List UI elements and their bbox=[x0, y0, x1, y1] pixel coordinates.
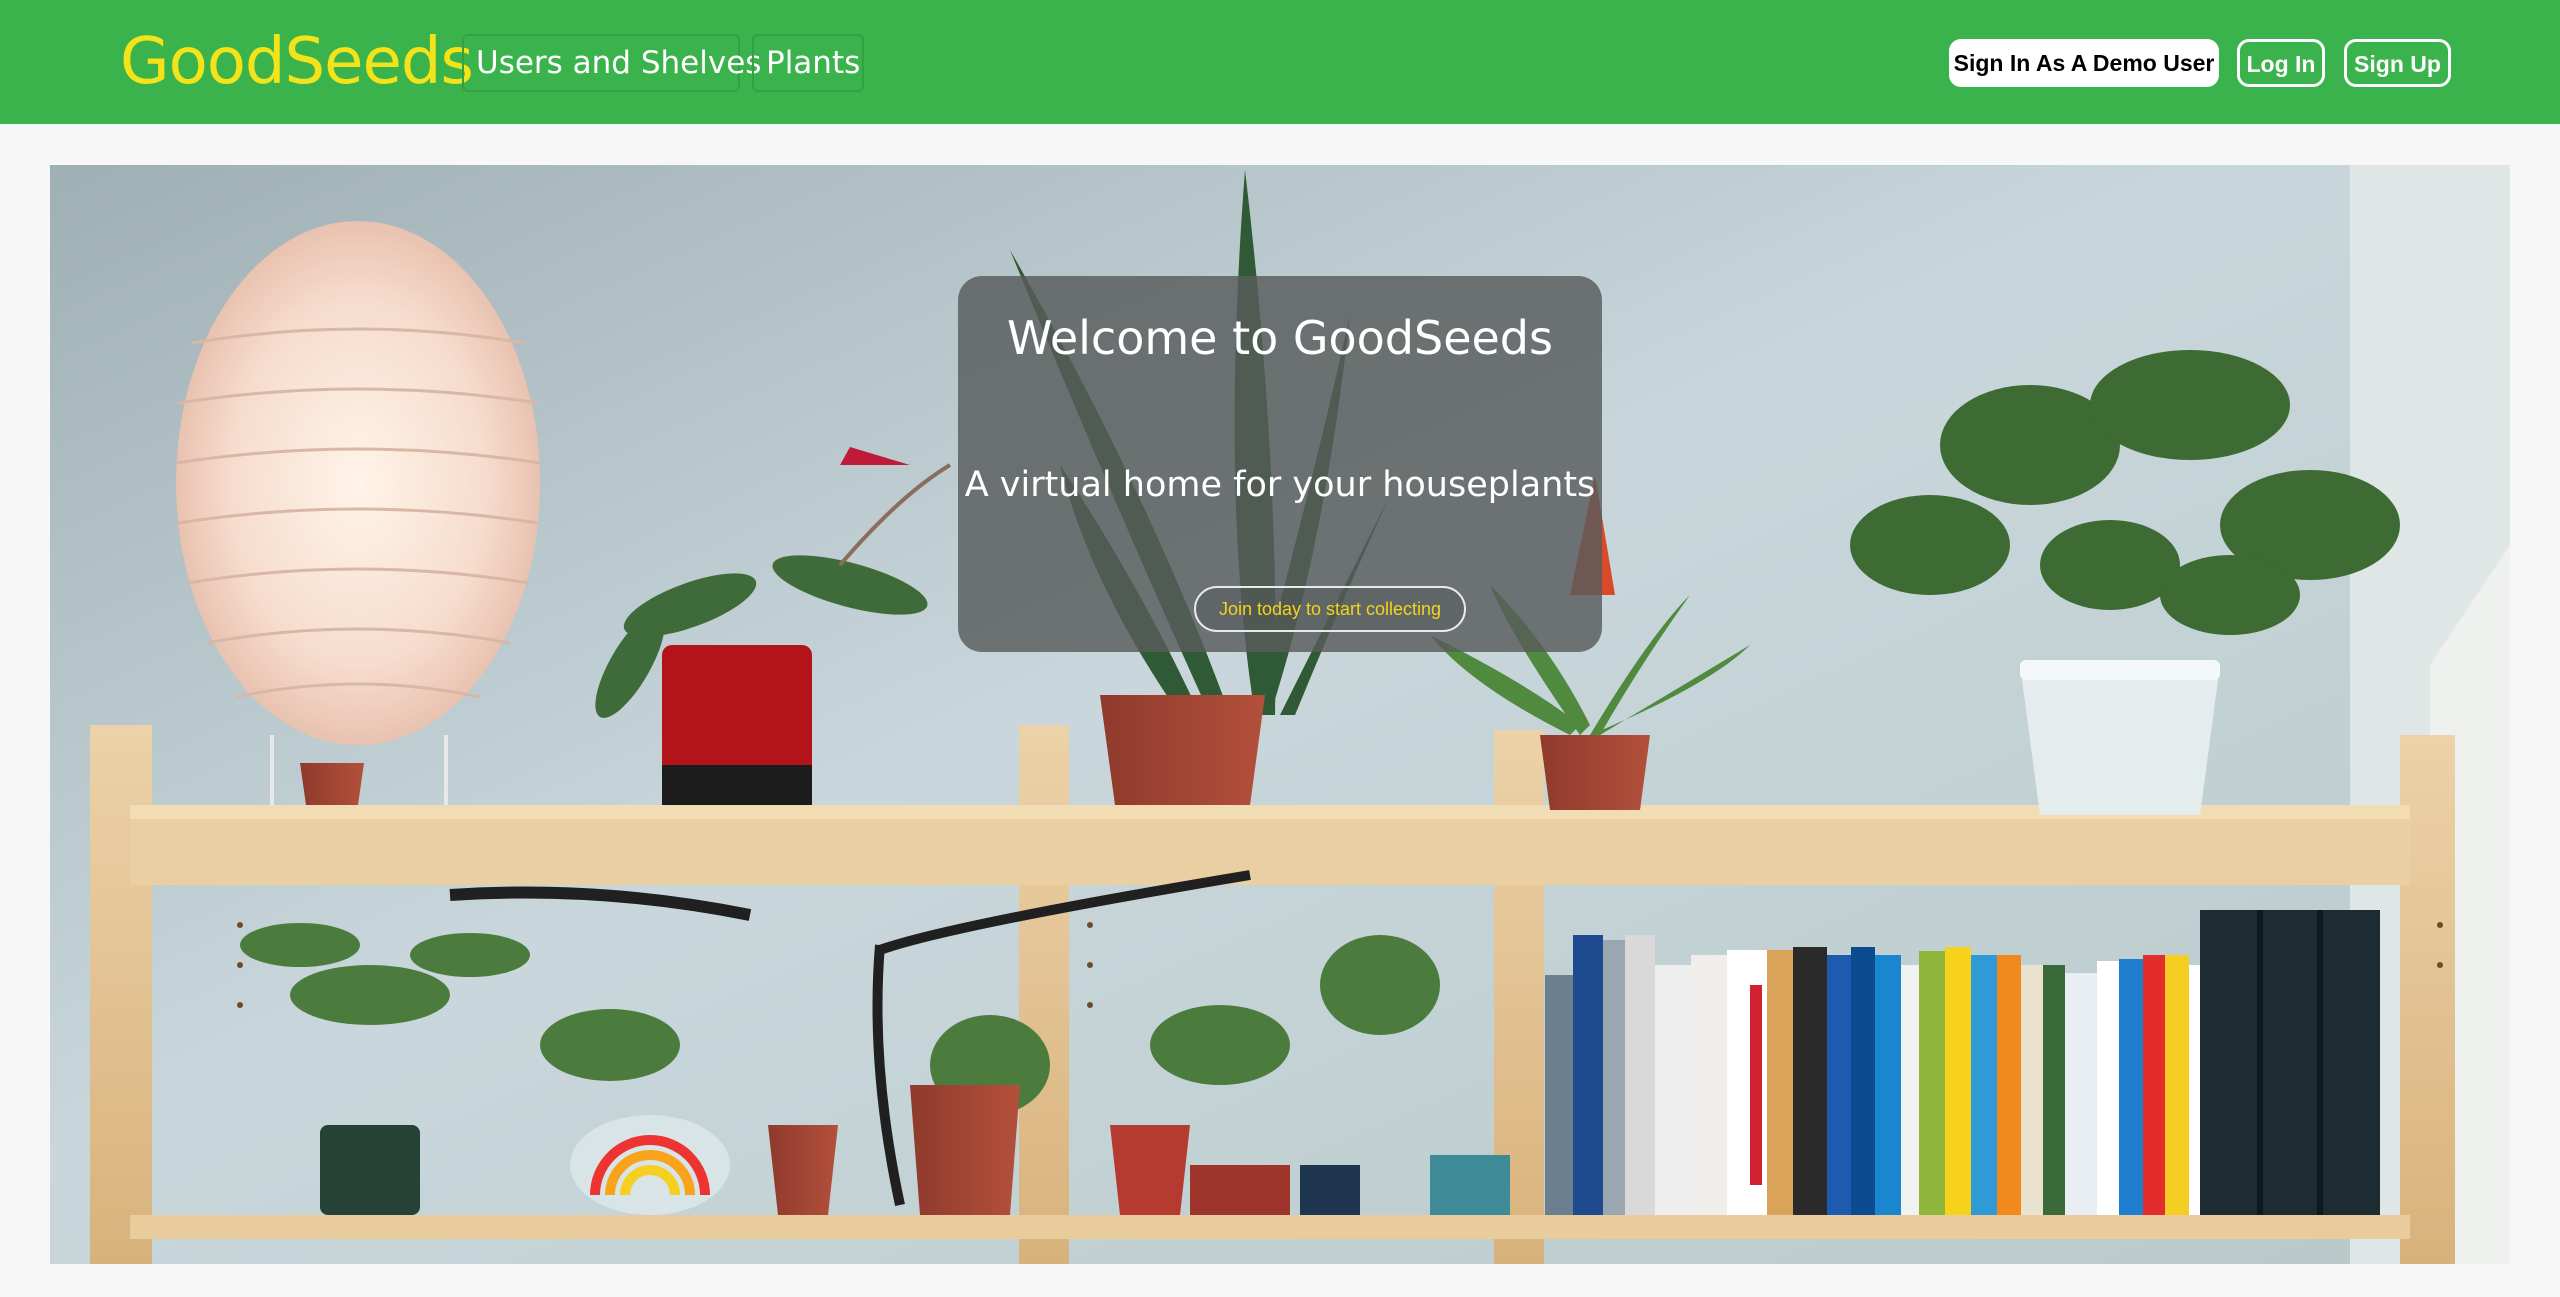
join-cta-button[interactable]: Join today to start collecting bbox=[1194, 586, 1466, 632]
welcome-card: Welcome to GoodSeeds A virtual home for … bbox=[958, 276, 1602, 652]
nav-plants[interactable]: Plants bbox=[752, 34, 864, 92]
welcome-title: Welcome to GoodSeeds bbox=[1007, 311, 1553, 365]
hero-banner: Welcome to GoodSeeds A virtual home for … bbox=[50, 165, 2510, 1264]
demo-sign-in-button[interactable]: Sign In As A Demo User bbox=[1949, 39, 2219, 87]
nav-users-and-shelves[interactable]: Users and Shelves bbox=[462, 34, 761, 92]
welcome-subtitle: A virtual home for your houseplants bbox=[964, 465, 1596, 505]
sign-up-button[interactable]: Sign Up bbox=[2344, 39, 2451, 87]
top-navbar: GoodSeeds Users and Shelves Plants Sign … bbox=[0, 0, 2560, 124]
brand-logo-link[interactable]: GoodSeeds bbox=[120, 22, 474, 102]
log-in-button[interactable]: Log In bbox=[2237, 39, 2325, 87]
